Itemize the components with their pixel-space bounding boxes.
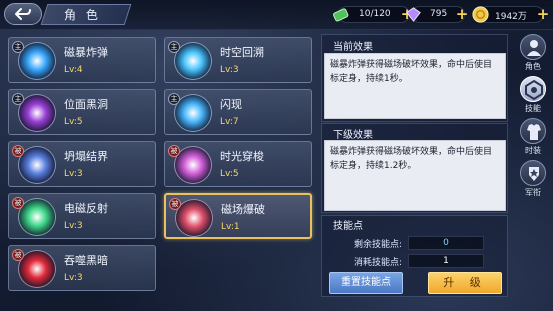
skill-name: 磁场爆破 [221,203,265,216]
skill-level: Lv:1 [221,222,240,232]
skill-type-badge: 主 [12,93,24,105]
cost-points-value: 1 [408,254,484,268]
skill-type-badge: 被 [12,249,24,261]
next-effect-text: 磁暴炸弹获得磁场破坏效果，命中后使目标定身，持续1.2秒。 [324,140,506,211]
skill-name: 坍塌结界 [64,150,108,163]
crystal-counter: 795 + [406,6,468,23]
stamina-value: 10/120 [359,9,391,19]
remaining-points-label: 剩余技能点: [353,240,402,250]
skill-card[interactable]: 被 坍塌结界 Lv:3 [8,141,156,187]
tab-rank[interactable]: 军衔 [517,160,549,200]
skill-card[interactable]: 主 磁暴炸弹 Lv:4 [8,37,156,83]
skill-level: Lv:3 [64,273,83,283]
rank-icon [520,160,546,186]
skill-level: Lv:4 [64,65,83,75]
skill-type-badge: 主 [168,93,180,105]
skill-name: 电磁反射 [64,202,108,215]
stamina-icon [333,8,349,22]
skill-card[interactable]: 被 时光穿梭 Lv:5 [164,141,312,187]
stamina-counter: 10/120 + [333,6,413,23]
cost-points-label: 消耗技能点: [353,258,402,268]
skill-name: 吞噬黑暗 [64,254,108,267]
skill-level: Lv:3 [64,221,83,231]
crystal-add-button[interactable]: + [454,6,470,22]
skill-level: Lv:5 [220,169,239,179]
tab-character[interactable]: 角色 [517,34,549,74]
back-arrow-icon [15,8,31,20]
gold-counter: 1942万 + [472,6,549,23]
fashion-icon [520,118,546,144]
skill-type-badge: 主 [168,41,180,53]
skill-points-title: 技能点 [333,221,363,232]
upgrade-button[interactable]: 升 级 [428,272,502,294]
skill-type-badge: 被 [12,145,24,157]
remaining-points-value: 0 [408,236,484,250]
skill-icon [520,76,546,102]
skill-level: Lv:3 [220,65,239,75]
next-effect-title: 下级效果 [333,130,373,141]
skill-name: 位面黑洞 [64,98,108,111]
back-button[interactable] [4,3,42,25]
skill-card[interactable]: 被 电磁反射 Lv:3 [8,193,156,239]
skill-card[interactable]: 主 闪现 Lv:7 [164,89,312,135]
current-effect-text: 磁暴炸弹获得磁场破坏效果，命中后使目标定身，持续1秒。 [324,53,506,119]
gold-add-button[interactable]: + [535,6,551,22]
skill-card[interactable]: 主 位面黑洞 Lv:5 [8,89,156,135]
skill-type-badge: 主 [12,41,24,53]
crystal-icon [406,7,421,22]
gold-value: 1942万 [495,12,527,22]
page-title: 角 色 [64,8,101,22]
reset-skill-points-button[interactable]: 重置技能点 [329,272,403,294]
tab-skill-label: 技能 [525,104,541,113]
character-icon [520,34,546,60]
skill-name: 时光穿梭 [220,150,264,163]
skill-type-badge: 被 [168,145,180,157]
skill-card[interactable]: 主 时空回溯 Lv:3 [164,37,312,83]
skill-name: 时空回溯 [220,46,264,59]
tab-skill[interactable]: 技能 [517,76,549,116]
skill-name: 磁暴炸弹 [64,46,108,59]
skill-name: 闪现 [220,98,242,111]
skill-card[interactable]: 被 磁场爆破 Lv:1 [164,193,312,239]
tab-rank-label: 军衔 [525,188,541,197]
skill-level: Lv:5 [64,117,83,127]
skill-type-badge: 被 [12,197,24,209]
crystal-value: 795 [430,9,448,19]
current-effect-title: 当前效果 [333,42,373,53]
skill-level: Lv:7 [220,117,239,127]
tab-fashion[interactable]: 时装 [517,118,549,158]
skill-level: Lv:3 [64,169,83,179]
skill-type-badge: 被 [169,198,181,210]
tab-character-label: 角色 [525,62,541,71]
gold-coin-icon [472,6,489,23]
skill-card[interactable]: 被 吞噬黑暗 Lv:3 [8,245,156,291]
tab-fashion-label: 时装 [525,146,541,155]
